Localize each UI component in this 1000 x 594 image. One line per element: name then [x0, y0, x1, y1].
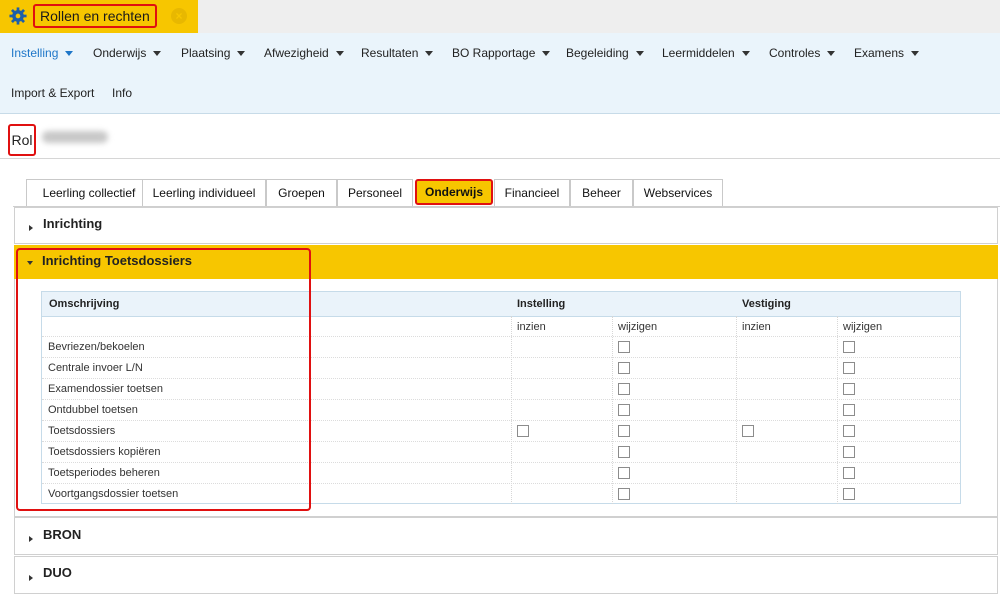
menu-resultaten[interactable]: Resultaten: [361, 46, 434, 60]
tab-financieel[interactable]: Financieel: [494, 179, 570, 206]
tab-webservices[interactable]: Webservices: [633, 179, 723, 206]
tab-leerling-individueel[interactable]: Leerling individueel: [142, 179, 266, 206]
checkbox-vestiging-wijzigen[interactable]: [843, 383, 855, 395]
chevron-down-icon: [827, 51, 836, 57]
menu-controles[interactable]: Controles: [769, 46, 836, 60]
chevron-down-icon: [335, 51, 344, 57]
tab-leerling-collectief[interactable]: Leerling collectief: [26, 179, 152, 206]
tab-onderwijs[interactable]: Onderwijs: [415, 179, 493, 205]
sub-vestiging-inzien: inzien: [742, 321, 771, 333]
close-icon[interactable]: ×: [171, 8, 187, 24]
rol-label: Rol: [8, 124, 36, 156]
checkbox-vestiging-wijzigen[interactable]: [843, 467, 855, 479]
header-vestiging: Vestiging: [742, 298, 791, 310]
divider: [0, 158, 1000, 159]
panel-inrichting[interactable]: Inrichting: [14, 207, 998, 244]
rol-name-redacted: [42, 131, 108, 143]
menu-begeleiding[interactable]: Begeleiding: [566, 46, 644, 60]
checkbox-vestiging-wijzigen[interactable]: [843, 425, 855, 437]
panel-bron[interactable]: BRON: [14, 517, 998, 555]
chevron-down-icon: [542, 51, 551, 57]
panel-title-duo: DUO: [43, 565, 72, 580]
sub-vestiging-wijzigen: wijzigen: [843, 321, 883, 333]
checkbox-vestiging-wijzigen[interactable]: [843, 404, 855, 416]
highlight-outline: [16, 248, 311, 511]
tab-beheer[interactable]: Beheer: [570, 179, 633, 206]
chevron-down-icon: [237, 51, 246, 57]
header-instelling: Instelling: [517, 298, 566, 310]
panel-title-inrichting: Inrichting: [43, 216, 103, 231]
checkbox-vestiging-wijzigen[interactable]: [843, 446, 855, 458]
menu-plaatsing[interactable]: Plaatsing: [181, 46, 246, 60]
category-tabs: Leerling collectief Leerling individueel…: [13, 171, 1000, 207]
checkbox-instelling-inzien[interactable]: [517, 425, 529, 437]
menu-import-export[interactable]: Import & Export: [11, 86, 94, 100]
gear-icon: [9, 7, 27, 25]
menu-bo-rapportage[interactable]: BO Rapportage: [452, 46, 551, 60]
checkbox-vestiging-inzien[interactable]: [742, 425, 754, 437]
chevron-right-icon: [29, 536, 33, 542]
checkbox-instelling-wijzigen[interactable]: [618, 467, 630, 479]
menu-instelling[interactable]: Instelling: [11, 46, 74, 60]
panel-duo[interactable]: DUO: [14, 556, 998, 594]
chevron-right-icon: [29, 575, 33, 581]
tab-personeel[interactable]: Personeel: [337, 179, 413, 206]
checkbox-instelling-wijzigen[interactable]: [618, 362, 630, 374]
checkbox-vestiging-wijzigen[interactable]: [843, 362, 855, 374]
sub-instelling-inzien: inzien: [517, 321, 546, 333]
panel-title-bron: BRON: [43, 527, 82, 542]
checkbox-instelling-wijzigen[interactable]: [618, 341, 630, 353]
checkbox-instelling-wijzigen[interactable]: [618, 404, 630, 416]
sub-instelling-wijzigen: wijzigen: [618, 321, 658, 333]
menu-leermiddelen[interactable]: Leermiddelen: [662, 46, 750, 60]
document-tab[interactable]: Rollen en rechten ×: [0, 0, 198, 33]
chevron-down-icon: [153, 51, 162, 57]
menu-examens[interactable]: Examens: [854, 46, 920, 60]
checkbox-instelling-wijzigen[interactable]: [618, 383, 630, 395]
checkbox-instelling-wijzigen[interactable]: [618, 488, 630, 500]
checkbox-instelling-wijzigen[interactable]: [618, 446, 630, 458]
main-menu-bar: Instelling Onderwijs Plaatsing Afwezighe…: [0, 33, 1000, 114]
checkbox-vestiging-wijzigen[interactable]: [843, 488, 855, 500]
checkbox-vestiging-wijzigen[interactable]: [843, 341, 855, 353]
document-tab-title: Rollen en rechten: [33, 4, 157, 28]
chevron-right-icon: [29, 225, 33, 231]
chevron-down-icon: [425, 51, 434, 57]
chevron-down-icon: [635, 51, 644, 57]
document-tab-bar: Rollen en rechten ×: [0, 0, 1000, 33]
menu-info[interactable]: Info: [112, 86, 132, 100]
chevron-down-icon: [741, 51, 750, 57]
checkbox-instelling-wijzigen[interactable]: [618, 425, 630, 437]
menu-onderwijs[interactable]: Onderwijs: [93, 46, 162, 60]
chevron-down-icon: [911, 51, 920, 57]
menu-afwezigheid[interactable]: Afwezigheid: [264, 46, 344, 60]
tab-groepen[interactable]: Groepen: [266, 179, 337, 206]
chevron-down-icon: [65, 51, 74, 57]
